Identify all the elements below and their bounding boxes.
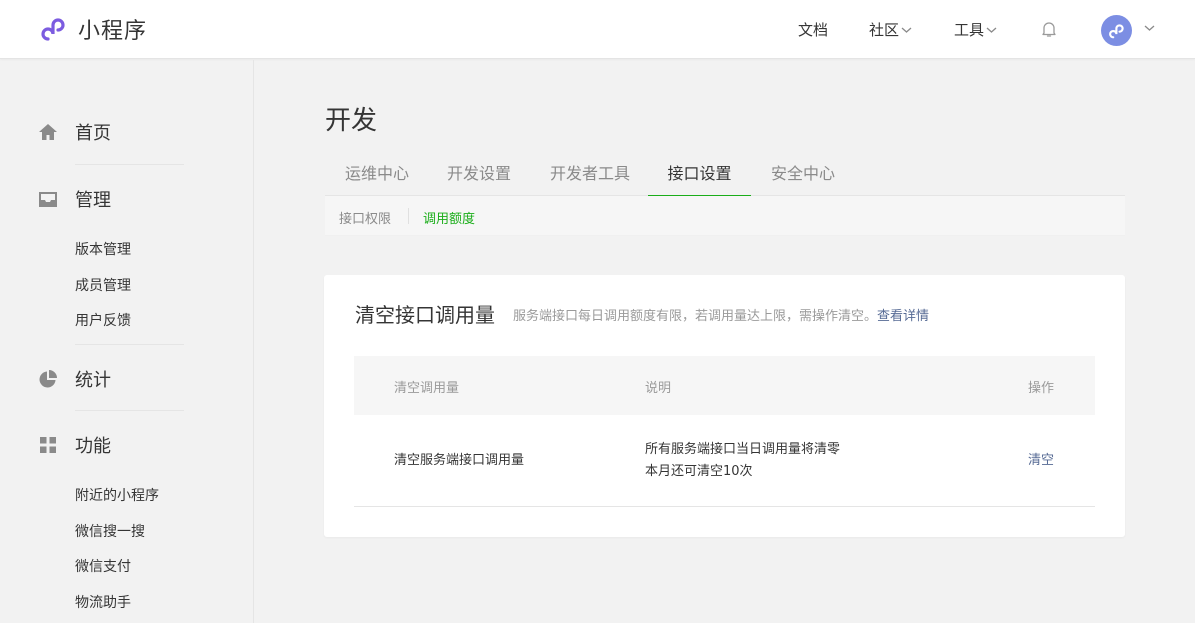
column-header-name: 清空调用量 — [394, 381, 460, 396]
table-header: 清空调用量 说明 操作 — [354, 356, 1095, 415]
sidebar-item-label: 统计 — [75, 370, 111, 391]
subtab-separator — [408, 208, 409, 224]
inbox-icon — [39, 192, 57, 207]
brand-name: 小程序 — [78, 19, 148, 44]
sidebar-subitem-search[interactable]: 微信搜一搜 — [75, 521, 145, 541]
tab-api-settings[interactable]: 接口设置 — [648, 158, 751, 197]
row-desc-line2: 本月还可清空10次 — [645, 464, 753, 479]
nav-community[interactable]: 社区 — [869, 0, 912, 59]
reset-quota-card: 清空接口调用量 服务端接口每日调用额度有限，若调用量达上限，需操作清空。查看详情… — [324, 275, 1125, 537]
bell-icon[interactable] — [1039, 19, 1059, 39]
column-header-action: 操作 — [1028, 381, 1055, 396]
sidebar-item-stats[interactable]: 统计 — [38, 366, 111, 392]
subtab-call-quota[interactable]: 调用额度 — [423, 208, 475, 227]
nav-tools-label: 工具 — [954, 21, 985, 39]
chevron-down-icon[interactable] — [1144, 24, 1155, 32]
card-description: 服务端接口每日调用额度有限，若调用量达上限，需操作清空。查看详情 — [513, 305, 929, 324]
card-description-text: 服务端接口每日调用额度有限，若调用量达上限，需操作清空。 — [513, 309, 878, 324]
sidebar-item-label: 功能 — [75, 436, 111, 457]
card-title: 清空接口调用量 — [355, 303, 495, 327]
chevron-down-icon — [986, 27, 997, 33]
sidebar-subitem-feedback[interactable]: 用户反馈 — [75, 310, 131, 330]
divider — [75, 344, 184, 345]
chevron-down-icon — [901, 27, 912, 33]
sidebar-subitem-logistics[interactable]: 物流助手 — [75, 592, 131, 612]
divider — [75, 410, 184, 411]
row-desc-line1: 所有服务端接口当日调用量将清零 — [645, 442, 841, 457]
tab-dev-tools[interactable]: 开发者工具 — [550, 158, 630, 196]
pie-chart-icon — [39, 370, 57, 388]
sidebar-item-home[interactable]: 首页 — [38, 119, 111, 145]
nav-docs[interactable]: 文档 — [798, 0, 828, 59]
sidebar: 首页 管理 版本管理 成员管理 用户反馈 统计 功能 附近的小程序 微信搜一搜 … — [0, 60, 254, 623]
nav-community-label: 社区 — [869, 21, 900, 39]
table-row: 清空服务端接口调用量 所有服务端接口当日调用量将清零 本月还可清空10次 清空 — [354, 415, 1095, 507]
row-name: 清空服务端接口调用量 — [394, 453, 525, 468]
sidebar-item-features[interactable]: 功能 — [38, 432, 111, 458]
subtab-bar: 接口权限 调用额度 — [325, 196, 1125, 236]
tab-ops[interactable]: 运维中心 — [345, 158, 409, 196]
tab-bar: 运维中心 开发设置 开发者工具 接口设置 安全中心 — [325, 158, 1125, 197]
sidebar-subitem-pay[interactable]: 微信支付 — [75, 556, 131, 576]
reset-button[interactable]: 清空 — [1028, 450, 1054, 472]
column-header-desc: 说明 — [645, 381, 672, 396]
page-title: 开发 — [325, 106, 378, 136]
sidebar-subitem-version[interactable]: 版本管理 — [75, 239, 131, 259]
mini-program-logo-icon — [1108, 23, 1124, 38]
top-bar: 小程序 文档 社区 工具 — [0, 0, 1195, 59]
sidebar-item-label: 首页 — [75, 123, 111, 144]
view-details-link[interactable]: 查看详情 — [877, 309, 929, 324]
brand[interactable]: 小程序 — [38, 14, 147, 44]
sidebar-subitem-nearby[interactable]: 附近的小程序 — [75, 485, 159, 505]
mini-program-logo-icon — [41, 18, 65, 41]
tab-dev-settings[interactable]: 开发设置 — [447, 158, 511, 196]
sidebar-item-manage[interactable]: 管理 — [38, 186, 111, 212]
nav-docs-label: 文档 — [798, 21, 829, 39]
tab-security[interactable]: 安全中心 — [771, 158, 835, 196]
home-icon — [39, 124, 57, 140]
grid-icon — [40, 437, 56, 453]
avatar[interactable] — [1101, 15, 1132, 46]
divider — [75, 164, 184, 165]
nav-tools[interactable]: 工具 — [954, 0, 997, 59]
sidebar-subitem-members[interactable]: 成员管理 — [75, 275, 131, 295]
subtab-api-permission[interactable]: 接口权限 — [339, 208, 391, 227]
sidebar-item-label: 管理 — [75, 190, 111, 211]
